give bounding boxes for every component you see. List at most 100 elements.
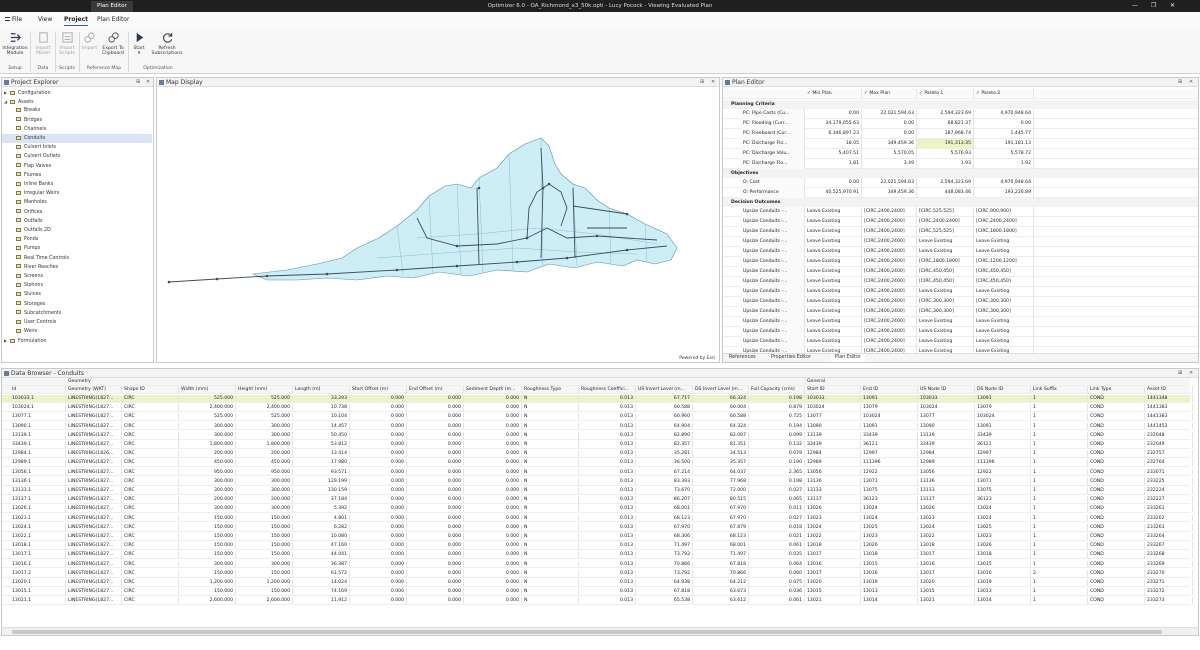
table-cell[interactable]: N <box>522 395 579 402</box>
table-cell[interactable]: 0.000 <box>407 597 464 605</box>
table-row[interactable]: 103024.1 LINESTRING(1827... CIRC 2,400.000 2… <box>2 404 1193 413</box>
table-cell[interactable]: 68.306 <box>636 533 693 540</box>
table-cell[interactable]: CIRC <box>122 533 179 540</box>
plan-value-cell[interactable]: [CIRC,1200,1200] <box>974 257 1034 267</box>
table-cell[interactable]: 150.000 <box>179 542 236 550</box>
table-cell[interactable]: COND <box>1088 477 1145 485</box>
table-cell[interactable]: COND <box>1088 569 1145 577</box>
table-cell[interactable]: 0.000 <box>350 542 407 550</box>
table-cell[interactable]: 13020.1 <box>10 579 66 586</box>
table-cell[interactable]: 0.000 <box>350 468 407 476</box>
table-cell[interactable]: COND <box>1088 413 1145 421</box>
table-cell[interactable]: 103024 <box>861 413 918 421</box>
table-cell[interactable]: 0.013 <box>579 404 636 412</box>
scrollbar-thumb[interactable] <box>12 630 1162 634</box>
table-cell[interactable]: 71.497 <box>693 551 749 559</box>
table-cell[interactable]: 44.041 <box>293 551 350 559</box>
table-cell[interactable]: COND <box>1088 505 1145 513</box>
close-icon[interactable]: ✕ <box>1189 78 1193 87</box>
plan-row[interactable]: O: Cost 0.00 22,021,594.63 2,594,323.69 4,97… <box>723 178 1198 188</box>
table-cell[interactable]: 13024 <box>975 505 1031 513</box>
table-cell[interactable]: 36.500 <box>636 459 693 467</box>
table-cell[interactable]: N <box>522 560 579 568</box>
table-cell[interactable]: 33.293 <box>293 395 350 402</box>
table-cell[interactable]: 4.801 <box>293 514 350 522</box>
table-cell[interactable]: 233263 <box>1145 523 1193 531</box>
table-cell[interactable]: 36.387 <box>293 560 350 568</box>
table-cell[interactable]: 0.000 <box>464 413 522 421</box>
plan-value-cell[interactable]: [CIRC,2400,2400] <box>862 307 917 317</box>
tab-references[interactable]: References <box>729 354 756 362</box>
plan-value-cell[interactable]: [CIRC,2400,2400] <box>862 247 917 257</box>
table-cell[interactable]: 1,200.000 <box>236 579 293 586</box>
table-cell[interactable]: 13015 <box>805 588 861 596</box>
table-cell[interactable]: 12989.1 <box>10 459 66 467</box>
table-cell[interactable]: 103033 <box>805 395 861 402</box>
plan-value-cell[interactable]: Leave Existing <box>917 247 974 257</box>
table-cell[interactable]: N <box>522 588 579 596</box>
table-cell[interactable]: CIRC <box>122 487 179 494</box>
table-cell[interactable]: 13136 <box>805 477 861 485</box>
table-cell[interactable]: 1 <box>1031 533 1088 540</box>
table-cell[interactable]: 13090 <box>805 422 861 430</box>
plan-value-cell[interactable]: 5,576.93 <box>917 149 974 159</box>
column-header[interactable]: Shape ID <box>122 386 179 393</box>
table-cell[interactable]: 1 <box>1031 413 1088 421</box>
table-cell[interactable]: 1 <box>1031 459 1088 467</box>
table-row[interactable]: 13015.1 LINESTRING(1827... CIRC 150.000 150.… <box>2 588 1193 597</box>
table-cell[interactable]: COND <box>1088 533 1145 540</box>
table-cell[interactable]: 33439 <box>861 431 918 439</box>
plan-value-cell[interactable]: [CIRC,2400,2400] <box>862 277 917 287</box>
plan-value-cell[interactable]: Leave Existing <box>974 337 1034 347</box>
table-cell[interactable]: 13017.1 <box>10 551 66 559</box>
table-cell[interactable]: 0.000 <box>464 569 522 577</box>
tree-item[interactable]: Orifices <box>2 208 152 217</box>
table-row[interactable]: 13018.1 LINESTRING(1827... CIRC 150.000 150.… <box>2 542 1193 551</box>
table-cell[interactable]: 64.324 <box>693 422 749 430</box>
table-cell[interactable]: 83.393 <box>636 477 693 485</box>
table-cell[interactable]: 34.513 <box>693 450 749 458</box>
table-cell[interactable]: CIRC <box>122 542 179 550</box>
table-cell[interactable]: 13020 <box>918 579 975 586</box>
table-cell[interactable]: 0.000 <box>350 597 407 605</box>
table-cell[interactable]: CIRC <box>122 551 179 559</box>
plan-value-cell[interactable]: [CIRC,2400,2400] <box>917 217 974 227</box>
table-cell[interactable]: 0.000 <box>407 514 464 522</box>
table-cell[interactable]: 0.000 <box>350 450 407 458</box>
tree-item[interactable]: ▶ Formulation <box>2 336 152 345</box>
column-header[interactable]: US Node ID <box>918 386 975 393</box>
section-header[interactable]: Decision Outcomes <box>723 198 1198 207</box>
table-cell[interactable]: 233071 <box>1145 468 1193 476</box>
refresh-subscriptions-button[interactable]: Refresh Subscriptions <box>150 31 184 56</box>
table-cell[interactable]: 200.000 <box>236 450 293 458</box>
table-cell[interactable]: LINESTRING(1827... <box>66 468 122 476</box>
table-cell[interactable]: 0.725 <box>749 413 805 421</box>
table-cell[interactable]: 61.572 <box>293 569 350 577</box>
plan-value-cell[interactable]: Leave Existing <box>805 217 862 227</box>
plan-value-cell[interactable]: [CIRC,300,300] <box>917 307 974 317</box>
plan-row[interactable]: Upsize Conduits -... Leave Existing [CIRC,… <box>723 337 1198 347</box>
table-row[interactable]: 13023.1 LINESTRING(1827... CIRC 150.000 150.… <box>2 514 1193 523</box>
table-cell[interactable]: 0.000 <box>350 404 407 412</box>
table-cell[interactable]: 68.123 <box>693 533 749 540</box>
column-header[interactable]: Roughness Coeffici... <box>579 386 636 393</box>
plan-value-cell[interactable]: [CIRC,2400,2400] <box>862 207 917 217</box>
table-cell[interactable]: 67.970 <box>693 505 749 513</box>
table-cell[interactable]: 0.013 <box>579 395 636 402</box>
tree-item[interactable]: Conduits <box>2 134 152 143</box>
tree-item[interactable]: Culvert Outlets <box>2 152 152 161</box>
table-cell[interactable]: 0.000 <box>407 431 464 439</box>
table-cell[interactable]: 103024 <box>975 413 1031 421</box>
tree-item[interactable]: Pumps <box>2 244 152 253</box>
tree-item[interactable]: Weirs <box>2 327 152 336</box>
plan-value-cell[interactable]: 2,594,323.69 <box>917 109 974 119</box>
table-cell[interactable]: 0.061 <box>749 542 805 550</box>
table-cell[interactable]: N <box>522 579 579 586</box>
plan-value-cell[interactable]: 193,226.89 <box>974 188 1034 198</box>
table-cell[interactable]: 0.000 <box>407 413 464 421</box>
plan-value-cell[interactable]: 187,968.74 <box>917 129 974 139</box>
tree-item[interactable]: Bridges <box>2 116 152 125</box>
plan-value-cell[interactable]: 22,021,594.63 <box>862 109 917 119</box>
plan-column-header[interactable]: ✓ Pareto 2 <box>974 89 1034 99</box>
table-cell[interactable]: 1 <box>1031 597 1088 605</box>
